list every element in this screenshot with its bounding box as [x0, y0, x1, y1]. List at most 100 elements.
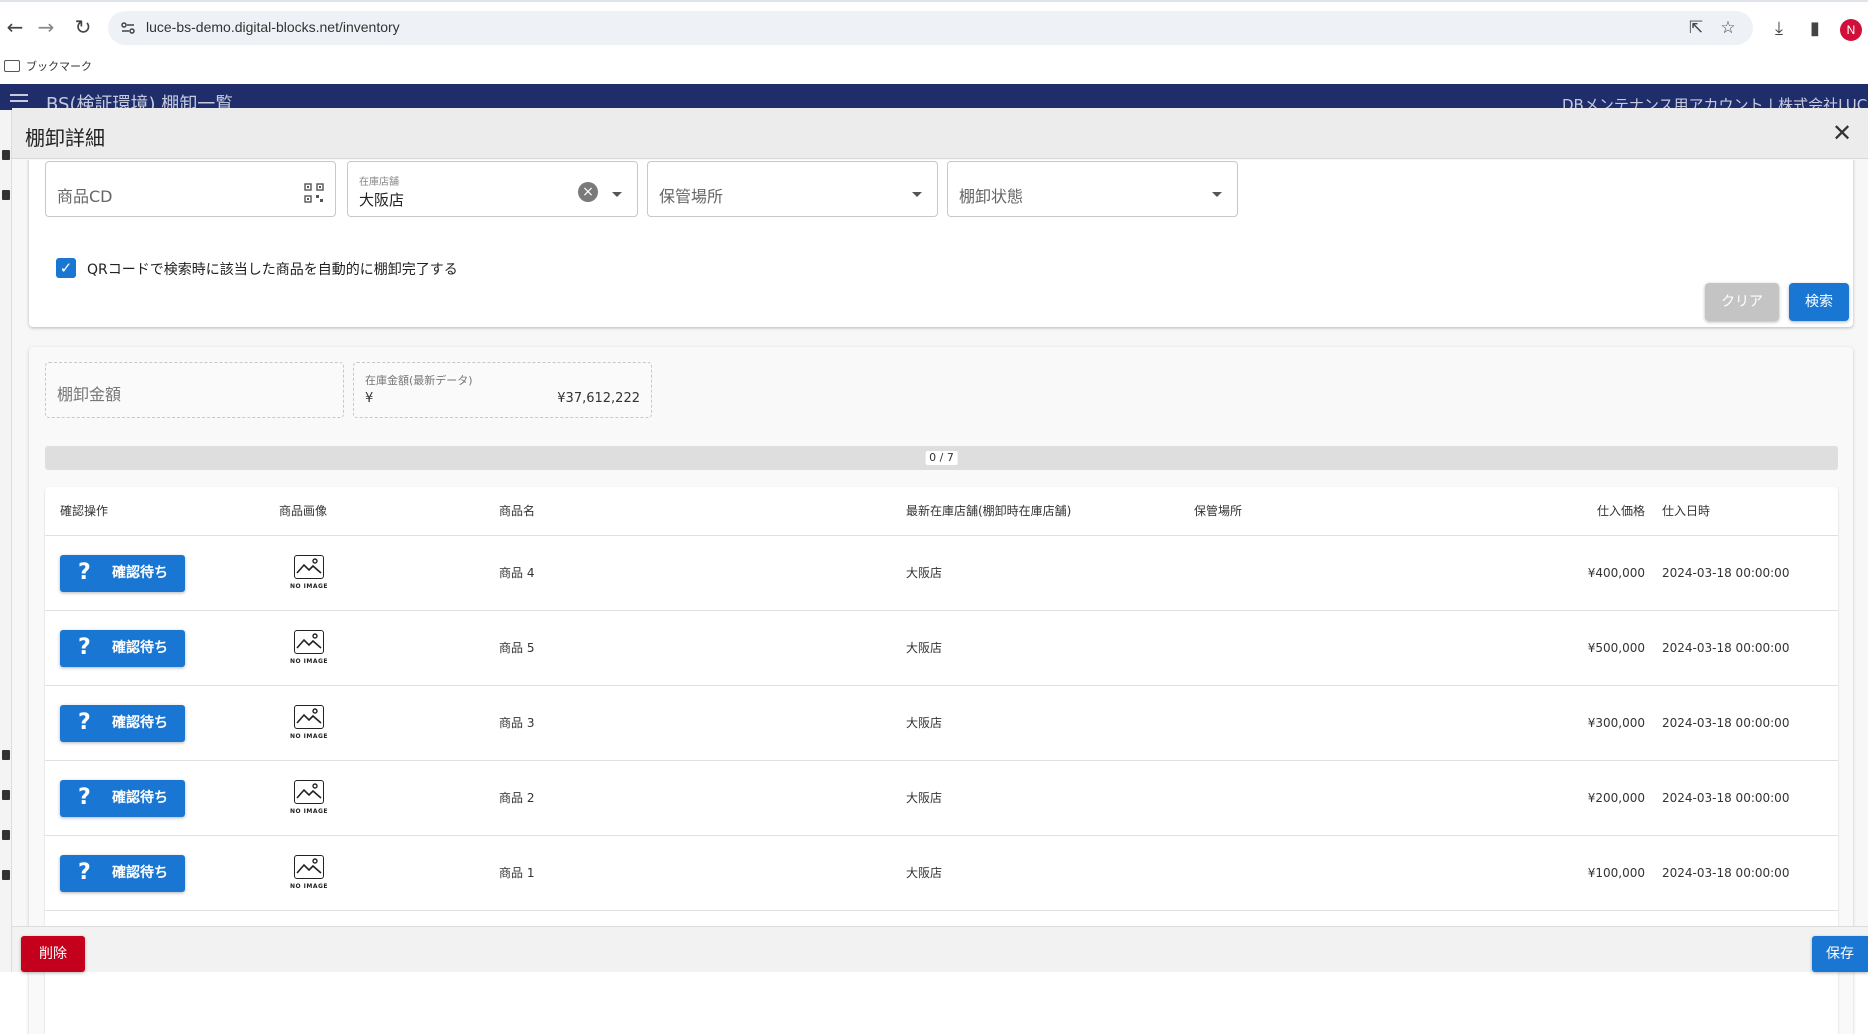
column-header-name[interactable]: 商品名 [499, 487, 535, 535]
product-name: 商品 2 [499, 791, 535, 805]
reload-icon[interactable]: ↻ [68, 12, 98, 42]
image-placeholder-frame [294, 630, 324, 654]
side-panel-icon[interactable]: ▮ [1804, 18, 1826, 40]
bookmark-star-icon[interactable]: ☆ [1718, 18, 1738, 38]
qr-scan-icon[interactable] [304, 183, 324, 203]
back-icon[interactable]: ← [0, 12, 30, 42]
dialog-body: 商品CD 在庫店舗 大阪店 × 保管場所 棚卸状態 ✓ QRコードで検索時に該当… [12, 160, 1868, 1034]
location-select[interactable]: 保管場所 [647, 161, 938, 217]
image-placeholder-frame [294, 855, 324, 879]
stock-amount-field: 在庫金額(最新データ) ¥ ¥37,612,222 [353, 362, 652, 418]
clear-selection-icon[interactable]: × [578, 182, 598, 202]
stock-amount-label: 在庫金額(最新データ) [365, 374, 473, 387]
forward-icon[interactable]: → [31, 12, 61, 42]
product-store: 大阪店 [906, 566, 943, 580]
table-row: ? 確認待ち NO IMAGE 商品 4 大阪店 ¥400,000 2024-03-18 0… [45, 536, 1838, 611]
progress-text: 0 / 7 [925, 451, 958, 465]
status-select[interactable]: 棚卸状態 [947, 161, 1238, 217]
browser-toolbar: ← → ↻ luce-bs-demo.digital-blocks.net/in… [0, 4, 1868, 52]
sidebar-icon[interactable] [2, 830, 10, 840]
no-image-icon: NO IMAGE [287, 705, 331, 745]
purchase-price: ¥200,000 [1587, 791, 1645, 805]
sidebar-icon[interactable] [2, 790, 10, 800]
purchase-date: 2024-03-18 00:00:00 [1662, 866, 1790, 880]
chevron-down-icon[interactable] [1212, 192, 1222, 197]
no-image-text: NO IMAGE [289, 733, 329, 740]
column-header-price[interactable]: 仕入価格 [1545, 487, 1645, 535]
question-icon: ? [78, 860, 91, 885]
download-icon[interactable]: ⤓ [1768, 18, 1790, 40]
table-row: ? 確認待ち NO IMAGE 商品 1 大阪店 ¥100,000 2024-03-18 0… [45, 836, 1838, 911]
chevron-down-icon[interactable] [912, 192, 922, 197]
status-placeholder: 棚卸状態 [959, 187, 1024, 206]
bookmark-folder[interactable]: ブックマーク [4, 58, 92, 74]
site-settings-icon[interactable] [120, 20, 136, 36]
store-value: 大阪店 [359, 191, 405, 209]
purchase-date: 2024-03-18 00:00:00 [1662, 716, 1790, 730]
confirm-pending-button[interactable]: ? 確認待ち [60, 705, 185, 742]
mountain-icon [296, 633, 322, 649]
bookmark-bar: ブックマーク [0, 52, 1868, 84]
question-icon: ? [78, 710, 91, 735]
confirm-pending-button[interactable]: ? 確認待ち [60, 780, 185, 817]
question-icon: ? [78, 635, 91, 660]
confirm-pending-button[interactable]: ? 確認待ち [60, 555, 185, 592]
confirm-pending-button[interactable]: ? 確認待ち [60, 855, 185, 892]
purchase-date: 2024-03-18 00:00:00 [1662, 791, 1790, 805]
store-select[interactable]: 在庫店舗 大阪店 × [347, 161, 638, 217]
clear-button[interactable]: クリア [1705, 283, 1779, 321]
address-bar[interactable]: luce-bs-demo.digital-blocks.net/inventor… [108, 11, 1753, 45]
confirm-status-label: 確認待ち [112, 715, 168, 731]
question-icon: ? [78, 560, 91, 585]
confirm-pending-button[interactable]: ? 確認待ち [60, 630, 185, 667]
dialog-title: 棚卸詳細 [25, 126, 105, 150]
chevron-down-icon[interactable] [612, 192, 622, 197]
product-store: 大阪店 [906, 791, 943, 805]
confirm-status-label: 確認待ち [112, 565, 168, 581]
app-header: BS(検証環境) 棚卸一覧 DBメンテナンス用アカウント | 株式会社LUCE [0, 84, 1868, 115]
product-cd-placeholder: 商品CD [57, 187, 113, 206]
product-name: 商品 4 [499, 566, 535, 580]
product-store: 大阪店 [906, 866, 943, 880]
sidebar-icon[interactable] [2, 190, 10, 200]
mountain-icon [296, 858, 322, 874]
no-image-text: NO IMAGE [289, 883, 329, 890]
sidebar-icon[interactable] [2, 750, 10, 760]
purchase-price: ¥100,000 [1587, 866, 1645, 880]
column-header-location[interactable]: 保管場所 [1194, 487, 1242, 535]
sidebar-icon[interactable] [2, 870, 10, 880]
product-store: 大阪店 [906, 716, 943, 730]
column-header-action[interactable]: 確認操作 [60, 487, 108, 535]
search-button[interactable]: 検索 [1789, 283, 1849, 321]
no-image-icon: NO IMAGE [287, 780, 331, 820]
purchase-price: ¥300,000 [1587, 716, 1645, 730]
close-icon[interactable]: ✕ [1830, 121, 1854, 145]
confirm-status-label: 確認待ち [112, 790, 168, 806]
open-in-app-icon[interactable]: ⇱ [1686, 18, 1706, 38]
column-header-store[interactable]: 最新在庫店舗(棚卸時在庫店舗) [906, 487, 1071, 535]
bookmark-folder-label: ブックマーク [26, 60, 92, 73]
save-button[interactable]: 保存 [1812, 936, 1868, 972]
mountain-icon [296, 783, 322, 799]
sidebar-icon[interactable] [2, 150, 10, 160]
confirm-status-label: 確認待ち [112, 865, 168, 881]
product-name: 商品 3 [499, 716, 535, 730]
delete-button[interactable]: 削除 [21, 936, 85, 972]
inventory-detail-dialog: 棚卸詳細 ✕ 商品CD 在庫店舗 大阪店 × 保管場所 棚卸状態 ✓ QRコード… [12, 108, 1868, 1034]
menu-icon[interactable] [10, 94, 28, 108]
search-panel: 商品CD 在庫店舗 大阪店 × 保管場所 棚卸状態 ✓ QRコードで検索時に該当… [29, 160, 1853, 327]
folder-icon [4, 60, 20, 72]
profile-avatar[interactable]: N [1840, 19, 1862, 41]
app-sidebar [0, 110, 12, 972]
auto-complete-checkbox[interactable]: ✓ [56, 258, 76, 278]
no-image-icon: NO IMAGE [287, 855, 331, 895]
no-image-text: NO IMAGE [289, 583, 329, 590]
column-header-image[interactable]: 商品画像 [279, 487, 327, 535]
table-row: ? 確認待ち NO IMAGE 商品 2 大阪店 ¥200,000 2024-03-18 0… [45, 761, 1838, 836]
product-cd-field[interactable]: 商品CD [45, 161, 336, 217]
url-text: luce-bs-demo.digital-blocks.net/inventor… [146, 19, 400, 35]
column-header-date[interactable]: 仕入日時 [1662, 487, 1710, 535]
purchase-date: 2024-03-18 00:00:00 [1662, 566, 1790, 580]
dialog-header: 棚卸詳細 ✕ [12, 108, 1868, 159]
inventory-amount-field: 棚卸金額 [45, 362, 344, 418]
